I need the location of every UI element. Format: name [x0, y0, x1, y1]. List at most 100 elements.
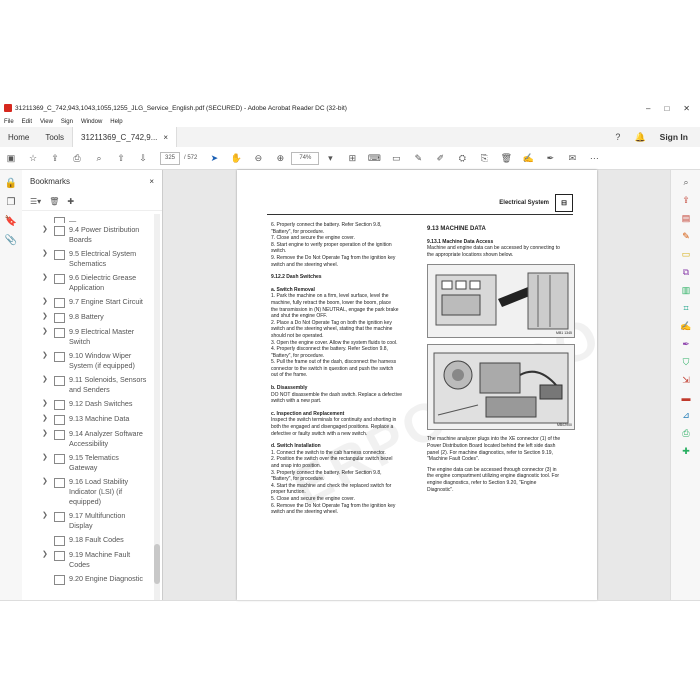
zoom-level-select[interactable]: 74% — [291, 151, 320, 165]
select-cursor-icon[interactable]: ➤ — [203, 153, 225, 164]
chevron-right-icon[interactable]: ❯ — [42, 297, 52, 307]
send-sign-icon[interactable]: ✒ — [671, 339, 700, 350]
maximize-button[interactable]: □ — [664, 104, 669, 113]
bookmark-star-icon[interactable]: ☆ — [22, 153, 44, 164]
help-icon[interactable]: ? — [615, 132, 620, 142]
sign-in-button[interactable]: Sign In — [660, 132, 688, 142]
search-icon[interactable]: ⌕ — [88, 153, 110, 164]
menu-view[interactable]: View — [40, 119, 53, 125]
fill-sign-icon[interactable]: ✍ — [517, 153, 539, 164]
attach-icon[interactable]: ⎘ — [473, 153, 495, 164]
page-number-input[interactable]: 325 — [160, 151, 180, 165]
redact-icon[interactable]: ▬ — [671, 393, 700, 403]
tab-home[interactable]: Home — [0, 127, 37, 147]
notifications-icon[interactable]: 🔔 — [634, 132, 645, 143]
bookmark-item[interactable]: 9.20 Engine Diagnostic — [22, 572, 152, 587]
create-pdf-icon[interactable]: ▤ — [671, 213, 700, 224]
document-view[interactable]: ERPOAERO Electrical System ⊟ 6. Properly… — [163, 170, 670, 600]
bookmark-item[interactable]: 9.18 Fault Codes — [22, 533, 152, 548]
bookmark-item[interactable]: ❯ 9.19 Machine Fault Codes — [22, 548, 152, 572]
close-window-button[interactable]: ✕ — [683, 104, 690, 113]
chevron-right-icon[interactable]: ❯ — [42, 249, 52, 259]
upload-icon[interactable]: ⇪ — [44, 153, 66, 164]
bookmark-item[interactable]: ❯ 9.16 Load Stability Indicator (LSI) (if… — [22, 475, 152, 509]
zoom-search-icon[interactable]: ⌕ — [671, 177, 700, 188]
comment-icon[interactable]: ▭ — [385, 153, 407, 164]
close-tab-icon[interactable]: × — [163, 133, 168, 142]
attachments-icon[interactable]: 📎 — [0, 235, 22, 246]
chevron-right-icon[interactable]: ❯ — [42, 399, 52, 409]
bookmark-add-icon[interactable]: ✚ — [67, 197, 74, 206]
next-page-icon[interactable]: ⇩ — [132, 153, 154, 164]
page-thumbnails-icon[interactable]: ❐ — [0, 197, 22, 208]
more-tools-panel-icon[interactable]: ✚ — [671, 446, 700, 457]
chevron-right-icon[interactable]: ❯ — [42, 429, 52, 439]
menu-file[interactable]: File — [4, 119, 14, 125]
fit-page-icon[interactable]: ⊞ — [341, 153, 363, 164]
stamp-icon[interactable]: ⛭ — [451, 153, 473, 164]
bookmark-item[interactable]: ❯ 9.17 Multifunction Display — [22, 509, 152, 533]
bookmark-item[interactable]: ❯ 9.8 Battery — [22, 310, 152, 325]
scan-ocr-icon[interactable]: ⌗ — [671, 303, 700, 314]
close-bookmarks-icon[interactable]: × — [149, 177, 154, 186]
delete-icon[interactable]: 🗑 — [495, 153, 517, 164]
menu-help[interactable]: Help — [110, 119, 122, 125]
tab-tools[interactable]: Tools — [37, 127, 72, 147]
bookmarks-panel-icon[interactable]: 🔖 — [0, 216, 22, 227]
share-email-icon[interactable]: ✉ — [561, 153, 583, 164]
export-pdf-icon[interactable]: ⇪ — [671, 195, 700, 206]
sign-icon[interactable]: ✒ — [539, 153, 561, 164]
draw-icon[interactable]: ✐ — [429, 153, 451, 164]
menu-sign[interactable]: Sign — [61, 119, 73, 125]
bookmark-item[interactable]: ❯ 9.9 Electrical Master Switch — [22, 325, 152, 349]
tab-document[interactable]: 31211369_C_742,9... × — [72, 127, 178, 147]
chevron-right-icon[interactable]: ❯ — [42, 453, 52, 463]
measure-icon[interactable]: ⊿ — [671, 410, 700, 421]
chevron-right-icon[interactable]: ❯ — [42, 351, 52, 361]
bookmark-item[interactable]: ❯ 9.13 Machine Data — [22, 412, 152, 427]
print-icon[interactable]: ⎙ — [66, 153, 88, 164]
bookmarks-scrollbar-thumb[interactable] — [154, 544, 160, 584]
bookmark-item[interactable]: ❯ 9.15 Telematics Gateway — [22, 451, 152, 475]
edit-pdf-icon[interactable]: ✎ — [671, 231, 700, 242]
keyboard-icon[interactable]: ⌨ — [363, 153, 385, 164]
hand-tool-icon[interactable]: ✋ — [225, 153, 247, 164]
bookmark-item[interactable]: ❯ 9.11 Solenoids, Sensors and Senders — [22, 373, 152, 397]
bookmark-item[interactable]: ❯ 9.14 Analyzer Software Accessibility — [22, 427, 152, 451]
fill-sign-tool-icon[interactable]: ✍ — [671, 321, 700, 332]
zoom-in-icon[interactable]: ⊕ — [269, 153, 291, 164]
chevron-right-icon[interactable]: ❯ — [42, 312, 52, 322]
chevron-down-icon[interactable]: ▾ — [319, 153, 341, 164]
print-production-icon[interactable]: ⎙ — [671, 428, 700, 439]
previous-page-icon[interactable]: ⇧ — [110, 153, 132, 164]
chevron-right-icon[interactable]: ❯ — [42, 273, 52, 283]
lock-icon[interactable]: 🔒 — [0, 178, 22, 189]
chevron-right-icon[interactable]: ❯ — [42, 550, 52, 560]
chevron-right-icon[interactable]: ❯ — [42, 414, 52, 424]
protect-icon[interactable]: ⛉ — [671, 357, 700, 368]
zoom-out-icon[interactable]: ⊖ — [247, 153, 269, 164]
menu-window[interactable]: Window — [81, 119, 102, 125]
minimize-button[interactable]: – — [646, 104, 650, 113]
chevron-right-icon[interactable]: ❯ — [42, 375, 52, 385]
chevron-right-icon[interactable]: ❯ — [42, 477, 52, 487]
bookmark-item[interactable]: ❯ 9.10 Window Wiper System (if equipped) — [22, 349, 152, 373]
more-tools-icon[interactable]: ⋯ — [583, 153, 605, 164]
chevron-right-icon[interactable]: ❯ — [42, 225, 52, 235]
bookmark-item[interactable]: ❯ 9.7 Engine Start Circuit — [22, 295, 152, 310]
bookmark-item[interactable]: ❯ 9.6 Dielectric Grease Application — [22, 271, 152, 295]
bookmark-item[interactable]: ❯ 9.12 Dash Switches — [22, 397, 152, 412]
highlight-icon[interactable]: ✎ — [407, 153, 429, 164]
save-icon[interactable]: ▣ — [0, 153, 22, 164]
combine-files-icon[interactable]: ⧉ — [671, 267, 700, 278]
menu-edit[interactable]: Edit — [22, 119, 32, 125]
chevron-right-icon[interactable]: ❯ — [42, 327, 52, 337]
bookmark-item[interactable]: ❯ 9.4 Power Distribution Boards — [22, 223, 152, 247]
organize-pages-icon[interactable]: ▥ — [671, 285, 700, 296]
compress-icon[interactable]: ⇲ — [671, 375, 700, 386]
bookmark-item[interactable]: ❯ 9.5 Electrical System Schematics — [22, 247, 152, 271]
bookmarks-scrollbar[interactable] — [154, 214, 160, 600]
chevron-right-icon[interactable]: ❯ — [42, 511, 52, 521]
bookmark-delete-icon[interactable]: 🗑 — [49, 197, 59, 206]
bookmark-options-icon[interactable]: ☰▾ — [30, 197, 41, 206]
